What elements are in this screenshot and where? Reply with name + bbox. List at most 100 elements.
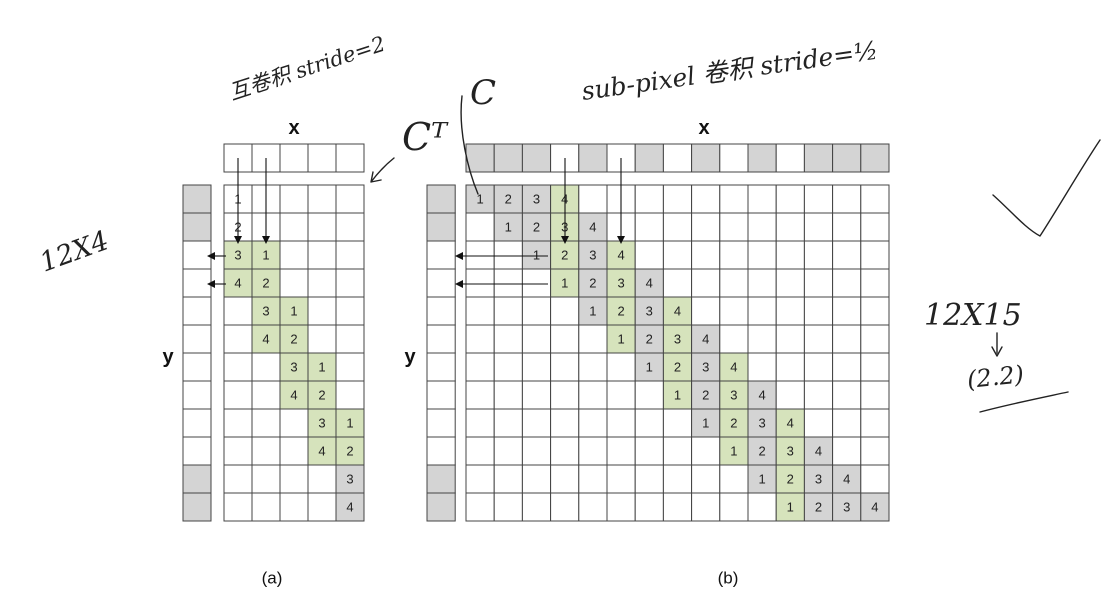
y-vector-cell — [426, 184, 456, 214]
matrix-cell — [465, 436, 495, 466]
matrix-value: 4 — [730, 360, 737, 375]
matrix-value: 3 — [758, 416, 765, 431]
matrix-value: 3 — [318, 416, 325, 431]
matrix-value: 4 — [787, 416, 794, 431]
matrix-cell — [860, 380, 890, 410]
matrix-cell — [775, 184, 805, 214]
matrix-cell — [335, 324, 365, 354]
matrix-cell — [634, 184, 664, 214]
matrix-value: 3 — [533, 192, 540, 207]
matrix-value: 4 — [674, 304, 681, 319]
matrix-value: 2 — [561, 248, 568, 263]
matrix-cell — [307, 212, 337, 242]
matrix-cell — [521, 492, 552, 522]
matrix-cell — [832, 296, 862, 326]
matrix-cell — [465, 268, 495, 298]
matrix-cell — [465, 324, 495, 354]
matrix-cell — [493, 240, 523, 270]
x-vector-cell — [307, 143, 337, 173]
matrix-cell — [493, 492, 523, 522]
panel-a-x-vector — [223, 143, 365, 173]
y-vector-cell — [182, 492, 212, 522]
matrix-cell — [550, 436, 580, 466]
matrix-cell — [493, 408, 523, 438]
matrix-cell — [662, 268, 693, 298]
matrix-cell — [223, 492, 253, 522]
matrix-cell — [279, 184, 309, 214]
matrix-cell — [719, 212, 749, 242]
matrix-value: 1 — [758, 472, 765, 487]
panel-a-matrix: 123 14 23 14 23 14 23 14 234 — [223, 184, 365, 522]
matrix-cell — [634, 380, 664, 410]
matrix-cell — [307, 296, 337, 326]
matrix-cell — [493, 464, 523, 494]
matrix-cell — [662, 408, 693, 438]
matrix-value: 1 — [318, 360, 325, 375]
matrix-cell — [606, 436, 636, 466]
matrix-cell — [550, 380, 580, 410]
matrix-value: 4 — [871, 500, 878, 515]
matrix-cell — [775, 352, 805, 382]
x-vector-cell — [493, 143, 523, 173]
x-vector-cell — [279, 143, 309, 173]
matrix-cell — [335, 352, 365, 382]
matrix-cell — [860, 464, 890, 494]
matrix-value: 2 — [262, 276, 269, 291]
panel-a: x y 123 14 23 14 23 14 23 14 234 (a) — [162, 117, 365, 588]
matrix-value: 2 — [318, 388, 325, 403]
matrix-cell — [521, 268, 552, 298]
matrix-cell — [465, 492, 495, 522]
matrix-cell — [775, 380, 805, 410]
matrix-value: 4 — [234, 276, 241, 291]
y-vector-cell — [426, 436, 456, 466]
matrix-cell — [860, 352, 890, 382]
matrix-value: 4 — [646, 276, 653, 291]
size-b-annotation: 12X15 — [924, 298, 1022, 333]
matrix-cell — [747, 240, 777, 270]
matrix-cell — [747, 296, 777, 326]
matrix-cell — [521, 324, 552, 354]
matrix-cell — [223, 436, 253, 466]
matrix-cell — [832, 408, 862, 438]
matrix-value: 3 — [702, 360, 709, 375]
matrix-cell — [662, 464, 693, 494]
matrix-value: 3 — [730, 388, 737, 403]
matrix-cell — [606, 492, 636, 522]
panel-a-y-vector — [182, 184, 212, 522]
matrix-value: 2 — [702, 388, 709, 403]
matrix-cell — [775, 212, 805, 242]
matrix-cell — [634, 408, 664, 438]
matrix-cell — [803, 184, 834, 214]
left-title-annotation: 互卷积 stride=2 — [226, 32, 388, 105]
matrix-cell — [832, 268, 862, 298]
y-vector-cell — [426, 324, 456, 354]
matrix-cell — [662, 184, 693, 214]
matrix-value: 2 — [758, 444, 765, 459]
matrix-cell — [578, 408, 608, 438]
matrix-cell — [832, 352, 862, 382]
matrix-cell — [860, 268, 890, 298]
panel-b-y-label: y — [404, 346, 416, 368]
matrix-cell — [307, 268, 337, 298]
matrix-value: 1 — [589, 304, 596, 319]
y-vector-cell — [182, 212, 212, 242]
y-vector-cell — [426, 380, 456, 410]
y-vector-cell — [182, 352, 212, 382]
matrix-cell — [493, 296, 523, 326]
matrix-cell — [335, 184, 365, 214]
matrix-cell — [634, 464, 664, 494]
matrix-cell — [691, 436, 721, 466]
matrix-value: 1 — [346, 416, 353, 431]
matrix-cell — [307, 324, 337, 354]
matrix-cell — [606, 408, 636, 438]
x-vector-cell — [803, 143, 834, 173]
matrix-cell — [521, 352, 552, 382]
matrix-cell — [279, 436, 309, 466]
matrix-cell — [832, 436, 862, 466]
y-vector-cell — [426, 296, 456, 326]
matrix-cell — [578, 324, 608, 354]
x-vector-cell — [832, 143, 862, 173]
matrix-cell — [251, 380, 281, 410]
matrix-cell — [493, 324, 523, 354]
matrix-value: 4 — [346, 500, 353, 515]
